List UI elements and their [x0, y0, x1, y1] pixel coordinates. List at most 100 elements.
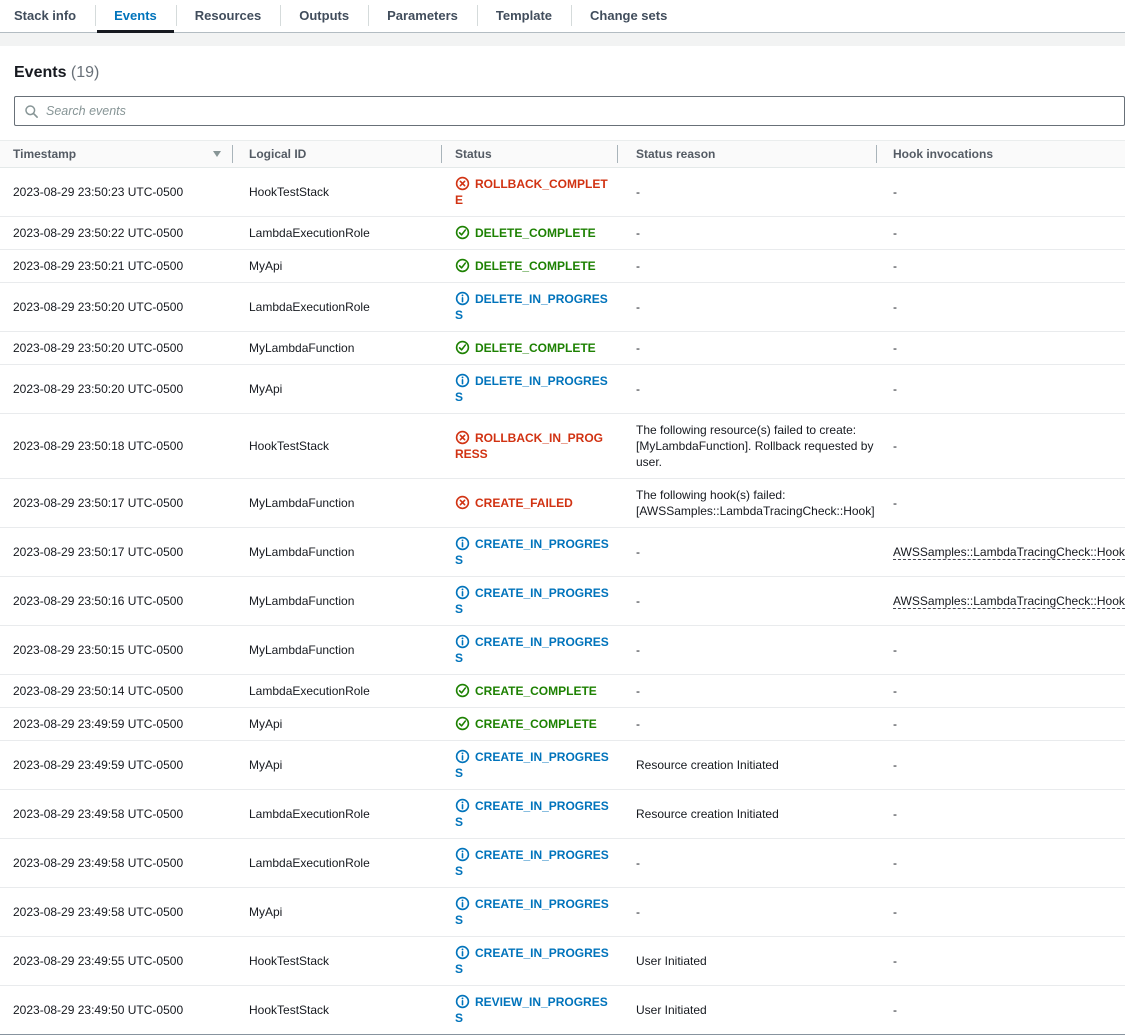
status-indicator: ROLLBACK_COMPLETE: [455, 177, 608, 207]
status-reason-cell: -: [617, 332, 876, 365]
logical-id-cell: HookTestStack: [232, 414, 441, 479]
status-indicator: DELETE_COMPLETE: [455, 259, 596, 273]
hook-invocations-cell: -: [876, 790, 1125, 839]
status-cell: REVIEW_IN_PROGRESS: [441, 986, 617, 1035]
status-cell: CREATE_IN_PROGRESS: [441, 741, 617, 790]
tab-resources[interactable]: Resources: [176, 0, 280, 32]
timestamp-cell: 2023-08-29 23:49:55 UTC-0500: [0, 937, 232, 986]
timestamp-cell: 2023-08-29 23:50:23 UTC-0500: [0, 168, 232, 217]
logical-id-cell: MyLambdaFunction: [232, 528, 441, 577]
status-indicator: CREATE_IN_PROGRESS: [455, 848, 609, 878]
status-indicator: CREATE_IN_PROGRESS: [455, 586, 609, 616]
logical-id-cell: MyApi: [232, 708, 441, 741]
column-header-timestamp[interactable]: Timestamp: [0, 141, 232, 168]
hook-invocations-cell: -: [876, 937, 1125, 986]
timestamp-cell: 2023-08-29 23:50:21 UTC-0500: [0, 250, 232, 283]
status-info-icon: [455, 896, 470, 911]
status-reason-cell: -: [617, 577, 876, 626]
page-background-strip: [0, 33, 1125, 46]
tab-stack-info[interactable]: Stack info: [14, 0, 95, 32]
status-label: DELETE_IN_PROGRESS: [455, 374, 608, 404]
sort-descending-icon[interactable]: [213, 151, 221, 157]
logical-id-cell: MyLambdaFunction: [232, 626, 441, 675]
status-reason-cell: -: [617, 528, 876, 577]
event-row: 2023-08-29 23:50:15 UTC-0500MyLambdaFunc…: [0, 626, 1125, 675]
status-reason-cell: -: [617, 675, 876, 708]
column-header-label: Logical ID: [249, 147, 306, 161]
status-error-icon: [455, 176, 470, 191]
event-row: 2023-08-29 23:50:14 UTC-0500LambdaExecut…: [0, 675, 1125, 708]
hook-invocation-link[interactable]: AWSSamples::LambdaTracingCheck::Hook: [893, 594, 1125, 609]
status-cell: CREATE_COMPLETE: [441, 675, 617, 708]
status-label: CREATE_IN_PROGRESS: [455, 799, 609, 829]
status-cell: DELETE_COMPLETE: [441, 217, 617, 250]
logical-id-cell: MyLambdaFunction: [232, 479, 441, 528]
status-label: DELETE_COMPLETE: [475, 259, 596, 273]
timestamp-cell: 2023-08-29 23:50:17 UTC-0500: [0, 528, 232, 577]
tab-bar: Stack infoEventsResourcesOutputsParamete…: [0, 0, 1125, 33]
tab-change-sets[interactable]: Change sets: [571, 0, 686, 32]
event-row: 2023-08-29 23:50:21 UTC-0500MyApi DELETE_…: [0, 250, 1125, 283]
logical-id-cell: MyApi: [232, 741, 441, 790]
event-row: 2023-08-29 23:49:58 UTC-0500LambdaExecut…: [0, 839, 1125, 888]
search-input[interactable]: [46, 104, 1124, 118]
column-header-logical-id[interactable]: Logical ID: [232, 141, 441, 168]
status-indicator: DELETE_IN_PROGRESS: [455, 292, 608, 322]
status-success-icon: [455, 716, 470, 731]
status-cell: CREATE_FAILED: [441, 479, 617, 528]
hook-invocations-cell: -: [876, 414, 1125, 479]
hook-invocations-cell: -: [876, 283, 1125, 332]
timestamp-cell: 2023-08-29 23:49:59 UTC-0500: [0, 741, 232, 790]
event-row: 2023-08-29 23:50:22 UTC-0500LambdaExecut…: [0, 217, 1125, 250]
logical-id-cell: MyLambdaFunction: [232, 332, 441, 365]
tab-events[interactable]: Events: [95, 0, 176, 32]
hook-invocations-cell: -: [876, 986, 1125, 1035]
timestamp-cell: 2023-08-29 23:50:16 UTC-0500: [0, 577, 232, 626]
hook-invocations-cell: -: [876, 708, 1125, 741]
events-panel: Events (19) TimestampLogical IDStatusSta…: [0, 63, 1125, 1035]
status-label: DELETE_COMPLETE: [475, 226, 596, 240]
hook-invocations-cell: AWSSamples::LambdaTracingCheck::Hook: [876, 577, 1125, 626]
status-cell: CREATE_IN_PROGRESS: [441, 790, 617, 839]
column-header-hook-invocations[interactable]: Hook invocations: [876, 141, 1125, 168]
status-label: CREATE_COMPLETE: [475, 717, 597, 731]
status-cell: CREATE_IN_PROGRESS: [441, 888, 617, 937]
hook-invocations-cell: -: [876, 675, 1125, 708]
column-header-label: Status reason: [636, 147, 715, 161]
status-reason-cell: -: [617, 283, 876, 332]
status-success-icon: [455, 683, 470, 698]
hook-invocations-cell: -: [876, 365, 1125, 414]
tab-template[interactable]: Template: [477, 0, 571, 32]
status-indicator: CREATE_IN_PROGRESS: [455, 750, 609, 780]
status-label: CREATE_FAILED: [475, 496, 573, 510]
timestamp-cell: 2023-08-29 23:50:20 UTC-0500: [0, 332, 232, 365]
logical-id-cell: MyApi: [232, 250, 441, 283]
status-indicator: DELETE_COMPLETE: [455, 226, 596, 240]
status-reason-cell: -: [617, 888, 876, 937]
status-indicator: CREATE_IN_PROGRESS: [455, 635, 609, 665]
hook-invocations-cell: -: [876, 741, 1125, 790]
column-header-status-reason[interactable]: Status reason: [617, 141, 876, 168]
status-info-icon: [455, 373, 470, 388]
logical-id-cell: HookTestStack: [232, 937, 441, 986]
logical-id-cell: LambdaExecutionRole: [232, 675, 441, 708]
timestamp-cell: 2023-08-29 23:49:58 UTC-0500: [0, 839, 232, 888]
status-label: CREATE_IN_PROGRESS: [455, 848, 609, 878]
event-row: 2023-08-29 23:49:59 UTC-0500MyApiCREATE_…: [0, 708, 1125, 741]
status-cell: ROLLBACK_IN_PROGRESS: [441, 414, 617, 479]
hook-invocation-link[interactable]: AWSSamples::LambdaTracingCheck::Hook: [893, 545, 1125, 560]
hook-invocations-cell: -: [876, 168, 1125, 217]
status-reason-cell: User Initiated: [617, 986, 876, 1035]
status-label: CREATE_IN_PROGRESS: [455, 635, 609, 665]
event-row: 2023-08-29 23:49:58 UTC-0500LambdaExecut…: [0, 790, 1125, 839]
logical-id-cell: LambdaExecutionRole: [232, 790, 441, 839]
status-reason-cell: -: [617, 839, 876, 888]
status-label: CREATE_COMPLETE: [475, 684, 597, 698]
status-success-icon: [455, 258, 470, 273]
tab-outputs[interactable]: Outputs: [280, 0, 368, 32]
status-info-icon: [455, 585, 470, 600]
tab-parameters[interactable]: Parameters: [368, 0, 477, 32]
events-table: Timestamp Logical ID Status Status reason Ho…: [0, 140, 1125, 1035]
event-row: 2023-08-29 23:50:23 UTC-0500HookTestStac…: [0, 168, 1125, 217]
column-header-status[interactable]: Status: [441, 141, 617, 168]
